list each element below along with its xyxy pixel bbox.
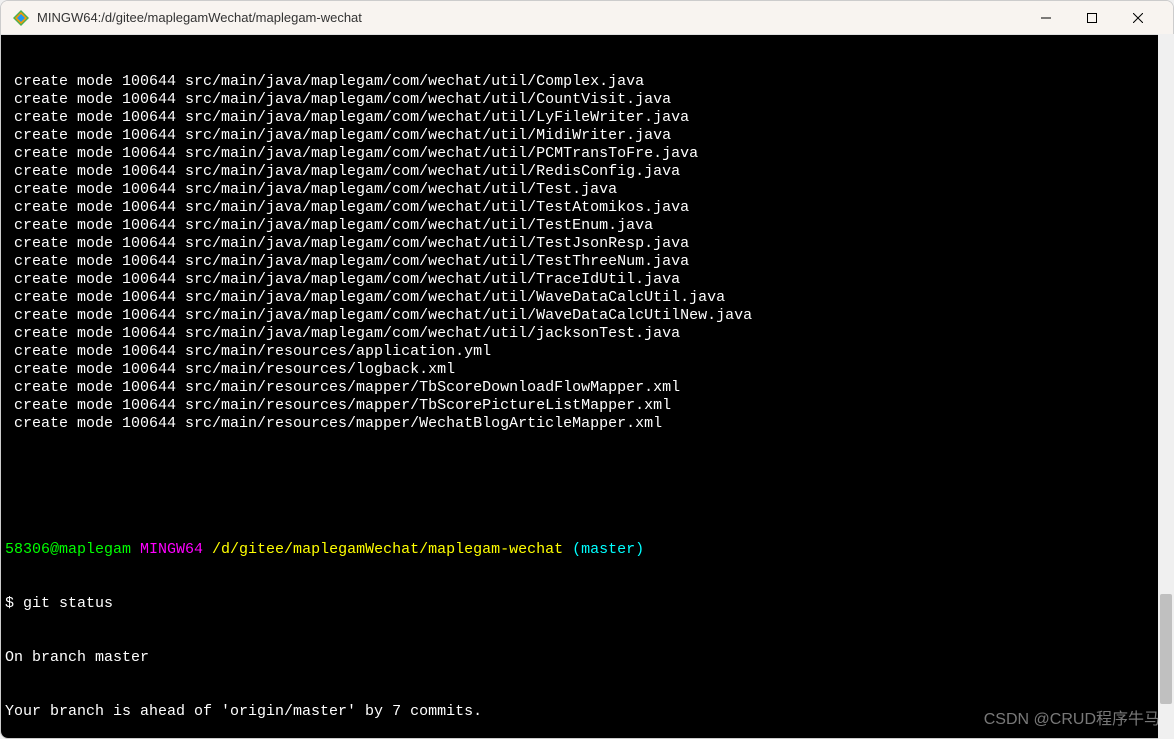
create-mode-line: create mode 100644 src/main/resources/ma… [5, 415, 1169, 433]
create-mode-line: create mode 100644 src/main/java/maplega… [5, 199, 1169, 217]
command-git-status: $ git status [5, 595, 1169, 613]
create-mode-line: create mode 100644 src/main/java/maplega… [5, 109, 1169, 127]
create-mode-line: create mode 100644 src/main/java/maplega… [5, 325, 1169, 343]
titlebar[interactable]: MINGW64:/d/gitee/maplegamWechat/maplegam… [1, 1, 1173, 35]
create-mode-line: create mode 100644 src/main/java/maplega… [5, 127, 1169, 145]
create-mode-line: create mode 100644 src/main/java/maplega… [5, 271, 1169, 289]
create-mode-line: create mode 100644 src/main/resources/ma… [5, 397, 1169, 415]
create-mode-line: create mode 100644 src/main/java/maplega… [5, 307, 1169, 325]
create-mode-line: create mode 100644 src/main/java/maplega… [5, 289, 1169, 307]
create-mode-line: create mode 100644 src/main/java/maplega… [5, 235, 1169, 253]
create-mode-line: create mode 100644 src/main/resources/lo… [5, 361, 1169, 379]
app-icon [13, 10, 29, 26]
status-output: On branch master [5, 649, 1169, 667]
terminal-body[interactable]: create mode 100644 src/main/java/maplega… [1, 35, 1173, 738]
create-mode-line: create mode 100644 src/main/resources/ap… [5, 343, 1169, 361]
create-mode-line: create mode 100644 src/main/java/maplega… [5, 145, 1169, 163]
terminal-window: MINGW64:/d/gitee/maplegamWechat/maplegam… [0, 0, 1174, 739]
minimize-button[interactable] [1023, 2, 1069, 34]
maximize-button[interactable] [1069, 2, 1115, 34]
close-button[interactable] [1115, 2, 1161, 34]
create-mode-line: create mode 100644 src/main/java/maplega… [5, 181, 1169, 199]
scroll-thumb[interactable] [1160, 594, 1172, 704]
window-title: MINGW64:/d/gitee/maplegamWechat/maplegam… [37, 10, 362, 25]
create-mode-line: create mode 100644 src/main/java/maplega… [5, 163, 1169, 181]
window-controls [1023, 2, 1161, 34]
status-output: Your branch is ahead of 'origin/master' … [5, 703, 1169, 721]
blank-line [5, 469, 1169, 487]
create-mode-line: create mode 100644 src/main/java/maplega… [5, 217, 1169, 235]
create-mode-line: create mode 100644 src/main/java/maplega… [5, 73, 1169, 91]
git-output-create: create mode 100644 src/main/java/maplega… [5, 73, 1169, 433]
create-mode-line: create mode 100644 src/main/resources/ma… [5, 379, 1169, 397]
scrollbar[interactable] [1158, 34, 1174, 739]
create-mode-line: create mode 100644 src/main/java/maplega… [5, 91, 1169, 109]
create-mode-line: create mode 100644 src/main/java/maplega… [5, 253, 1169, 271]
prompt-line: 58306@maplegam MINGW64 /d/gitee/maplegam… [5, 541, 1169, 559]
